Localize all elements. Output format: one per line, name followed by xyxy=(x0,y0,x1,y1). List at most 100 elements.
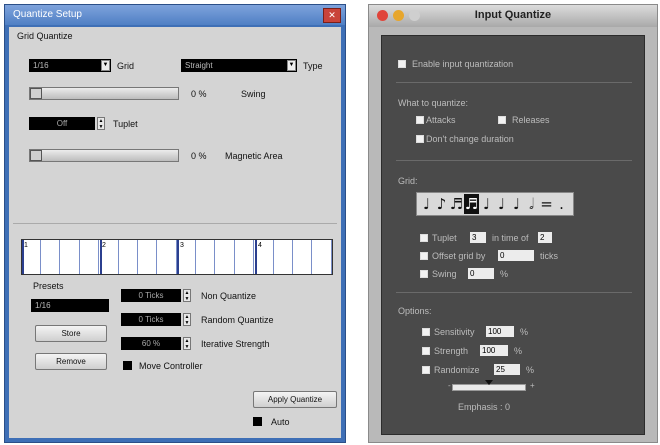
dot-icon[interactable]: . xyxy=(554,194,569,214)
quarter-note-icon[interactable]: ♩ xyxy=(479,194,494,214)
grid-display[interactable]: 1 2 3 4 xyxy=(21,239,333,275)
strength-input[interactable]: 100 xyxy=(480,345,508,356)
magnetic-area-label: Magnetic Area xyxy=(225,151,283,161)
emphasis-slider[interactable] xyxy=(452,380,526,391)
sensitivity-label: Sensitivity xyxy=(434,327,475,337)
non-quantize-value: 0 Ticks xyxy=(138,291,164,300)
offset-grid-input[interactable]: 0 xyxy=(498,250,534,261)
swing-input[interactable]: 0 xyxy=(468,268,494,279)
quarter-note-icon[interactable]: ♩ xyxy=(509,194,524,214)
move-controller-checkbox[interactable] xyxy=(123,361,132,370)
divider xyxy=(13,223,337,224)
iterative-strength-value: 60 % xyxy=(141,339,161,348)
offset-grid-label: Offset grid by xyxy=(432,251,486,261)
sixteenth-note-selected-icon[interactable]: ♬ xyxy=(464,194,479,214)
tuplet-label: Tuplet xyxy=(113,119,138,129)
quantize-setup-window: Quantize Setup ✕ Grid Quantize 1/16 ▼ Gr… xyxy=(4,4,346,443)
sixteenth-note-icon[interactable]: ♬ xyxy=(449,194,464,214)
random-quantize-stepper[interactable]: ▲ ▼ xyxy=(183,313,191,326)
sensitivity-value: 100 xyxy=(488,327,502,336)
sensitivity-checkbox[interactable] xyxy=(422,328,430,336)
settings-panel: Enable input quantization What to quanti… xyxy=(381,35,645,435)
grid-cell xyxy=(293,240,312,274)
tuplet-field[interactable]: Off xyxy=(29,117,95,130)
type-dropdown[interactable]: Straight xyxy=(181,59,297,72)
grid-quantize-group-label: Grid Quantize xyxy=(17,31,73,41)
magnetic-value: 0 % xyxy=(191,151,207,161)
swing-value: 0 xyxy=(470,269,475,278)
remove-button[interactable]: Remove xyxy=(35,353,107,370)
store-button[interactable]: Store xyxy=(35,325,107,342)
grid-cell xyxy=(138,240,157,274)
apply-quantize-button[interactable]: Apply Quantize xyxy=(253,391,337,408)
dont-change-duration-label: Don't change duration xyxy=(426,134,514,144)
releases-checkbox[interactable] xyxy=(498,116,506,124)
title-bar[interactable]: Input Quantize xyxy=(369,5,657,27)
auto-checkbox[interactable] xyxy=(253,417,262,426)
offset-grid-checkbox[interactable] xyxy=(420,252,428,260)
magnetic-area-slider[interactable] xyxy=(29,149,179,162)
grid-label: Grid xyxy=(117,61,135,71)
half-note-icon[interactable]: 𝅗𝅥 xyxy=(524,194,539,214)
attacks-label: Attacks xyxy=(426,115,456,125)
chevron-down-icon[interactable]: ▼ xyxy=(287,60,296,71)
swing-value: 0 % xyxy=(191,89,207,99)
tuplet-checkbox[interactable] xyxy=(420,234,428,242)
attacks-checkbox[interactable] xyxy=(416,116,424,124)
eighth-note-icon[interactable]: ♪ xyxy=(434,194,449,214)
title-bar[interactable]: Quantize Setup ✕ xyxy=(5,5,345,25)
random-quantize-value: 0 Ticks xyxy=(138,315,164,324)
randomize-input[interactable]: 25 xyxy=(494,364,520,375)
grid-note-selector[interactable]: ♩ ♪ ♬ ♬ ♩ ♩ ♩ 𝅗𝅥 = . xyxy=(416,192,574,216)
rest-icon[interactable]: = xyxy=(539,194,554,214)
in-time-of-input[interactable]: 2 xyxy=(538,232,552,243)
iterative-strength-label: Iterative Strength xyxy=(201,339,270,349)
grid-number: 2 xyxy=(102,242,106,249)
magnetic-slider-thumb[interactable] xyxy=(30,150,42,161)
quarter-note-icon[interactable]: ♩ xyxy=(419,194,434,214)
swing-label: Swing xyxy=(241,89,266,99)
non-quantize-stepper[interactable]: ▲ ▼ xyxy=(183,289,191,302)
sensitivity-input[interactable]: 100 xyxy=(486,326,514,337)
options-label: Options: xyxy=(398,306,432,316)
type-value: Straight xyxy=(185,61,213,70)
grid-dropdown[interactable]: 1/16 xyxy=(29,59,111,72)
close-icon[interactable]: ✕ xyxy=(323,8,341,23)
grid-cell xyxy=(313,240,332,274)
emphasis-max-marker: + xyxy=(530,381,535,390)
quarter-note-icon[interactable]: ♩ xyxy=(494,194,509,214)
preset-field[interactable]: 1/16 xyxy=(31,299,109,312)
grid-cell xyxy=(61,240,80,274)
what-to-quantize-label: What to quantize: xyxy=(398,98,469,108)
input-quantize-window: Input Quantize Enable input quantization… xyxy=(368,4,658,443)
non-quantize-field[interactable]: 0 Ticks xyxy=(121,289,181,302)
randomize-checkbox[interactable] xyxy=(422,366,430,374)
swing-checkbox[interactable] xyxy=(420,270,428,278)
randomize-unit: % xyxy=(526,365,535,375)
random-quantize-field[interactable]: 0 Ticks xyxy=(121,313,181,326)
grid-cell xyxy=(274,240,293,274)
enable-label: Enable input quantization xyxy=(412,59,514,69)
swing-unit: % xyxy=(500,269,509,279)
grid-number: 3 xyxy=(180,242,184,249)
strength-checkbox[interactable] xyxy=(422,347,430,355)
grid-cell xyxy=(235,240,254,274)
dont-change-duration-checkbox[interactable] xyxy=(416,135,424,143)
tuplet-input[interactable]: 3 xyxy=(470,232,486,243)
ticks-label: ticks xyxy=(540,251,558,261)
swing-slider-thumb[interactable] xyxy=(30,88,42,99)
swing-label: Swing xyxy=(432,269,457,279)
sensitivity-unit: % xyxy=(520,327,529,337)
preset-value: 1/16 xyxy=(35,301,51,310)
enable-checkbox[interactable] xyxy=(398,60,406,68)
chevron-down-icon[interactable]: ▼ xyxy=(101,60,110,71)
swing-slider[interactable] xyxy=(29,87,179,100)
grid-number: 4 xyxy=(258,242,262,249)
tuplet-value: 3 xyxy=(472,233,477,242)
iterative-strength-stepper[interactable]: ▲ ▼ xyxy=(183,337,191,350)
iterative-strength-field[interactable]: 60 % xyxy=(121,337,181,350)
emphasis-slider-thumb[interactable] xyxy=(485,380,493,385)
tuplet-stepper[interactable]: ▲ ▼ xyxy=(97,117,105,130)
non-quantize-label: Non Quantize xyxy=(201,291,257,301)
presets-label: Presets xyxy=(33,281,64,291)
